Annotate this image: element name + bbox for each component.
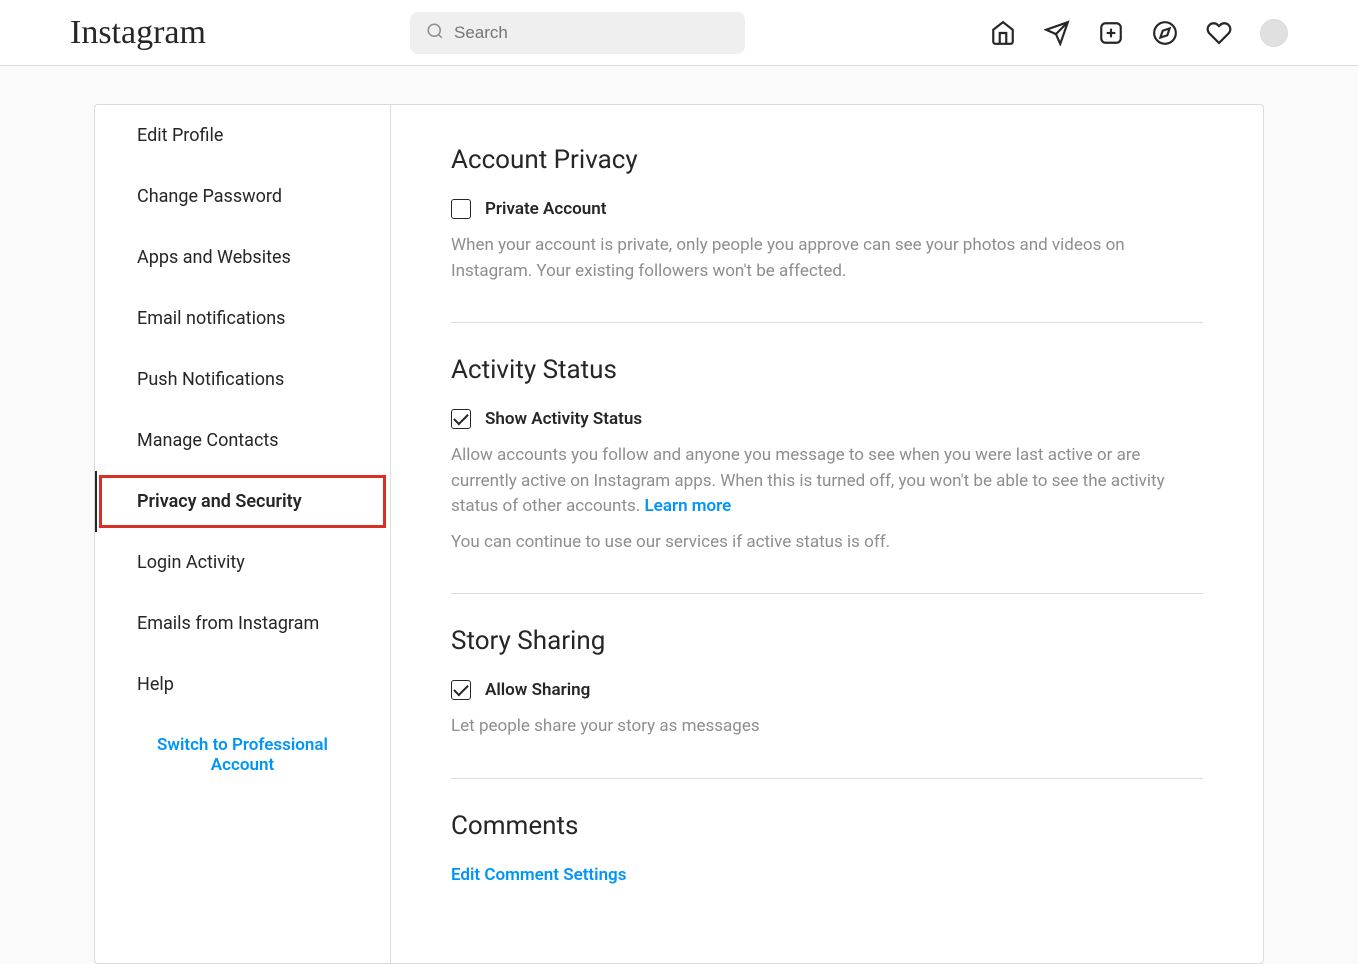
- sidebar-item-email-notifications[interactable]: Email notifications: [95, 288, 390, 349]
- activity-status-label: Show Activity Status: [485, 409, 642, 429]
- private-account-row: Private Account: [451, 199, 1203, 219]
- private-account-checkbox[interactable]: [451, 199, 471, 219]
- top-navbar: Instagram: [0, 0, 1358, 66]
- activity-icon[interactable]: [1206, 20, 1232, 46]
- search-icon: [426, 22, 444, 44]
- divider: [451, 593, 1203, 594]
- profile-avatar[interactable]: [1260, 19, 1288, 47]
- sidebar-item-privacy-security[interactable]: Privacy and Security: [95, 471, 390, 532]
- sidebar-item-help[interactable]: Help: [95, 654, 390, 715]
- story-sharing-title: Story Sharing: [451, 626, 1203, 656]
- learn-more-link[interactable]: Learn more: [644, 496, 731, 516]
- section-account-privacy: Account Privacy Private Account When you…: [451, 145, 1203, 284]
- settings-sidebar: Edit Profile Change Password Apps and We…: [95, 105, 391, 963]
- search-container: [410, 12, 745, 54]
- instagram-logo[interactable]: Instagram: [70, 14, 410, 52]
- divider: [451, 778, 1203, 779]
- explore-icon[interactable]: [1152, 20, 1178, 46]
- sidebar-item-edit-profile[interactable]: Edit Profile: [95, 105, 390, 166]
- sidebar-item-apps-websites[interactable]: Apps and Websites: [95, 227, 390, 288]
- activity-status-checkbox[interactable]: [451, 409, 471, 429]
- activity-status-desc2: You can continue to use our services if …: [451, 530, 1203, 556]
- sidebar-item-push-notifications[interactable]: Push Notifications: [95, 349, 390, 410]
- avatar: [1260, 19, 1288, 47]
- allow-sharing-checkbox[interactable]: [451, 680, 471, 700]
- sidebar-item-change-password[interactable]: Change Password: [95, 166, 390, 227]
- divider: [451, 322, 1203, 323]
- search-input[interactable]: [410, 12, 745, 54]
- nav-icons: [990, 19, 1288, 47]
- home-icon[interactable]: [990, 20, 1016, 46]
- comments-title: Comments: [451, 811, 1203, 841]
- sidebar-item-login-activity[interactable]: Login Activity: [95, 532, 390, 593]
- section-comments: Comments Edit Comment Settings: [451, 811, 1203, 885]
- activity-status-row: Show Activity Status: [451, 409, 1203, 429]
- allow-sharing-label: Allow Sharing: [485, 680, 590, 700]
- activity-status-desc-text: Allow accounts you follow and anyone you…: [451, 445, 1165, 516]
- private-account-desc: When your account is private, only peopl…: [451, 233, 1203, 284]
- sidebar-item-emails-instagram[interactable]: Emails from Instagram: [95, 593, 390, 654]
- activity-status-title: Activity Status: [451, 355, 1203, 385]
- private-account-label: Private Account: [485, 199, 606, 219]
- messages-icon[interactable]: [1044, 20, 1070, 46]
- switch-professional-link[interactable]: Switch to Professional Account: [95, 715, 390, 795]
- activity-status-desc: Allow accounts you follow and anyone you…: [451, 443, 1203, 520]
- new-post-icon[interactable]: [1098, 20, 1124, 46]
- allow-sharing-row: Allow Sharing: [451, 680, 1203, 700]
- section-activity-status: Activity Status Show Activity Status All…: [451, 355, 1203, 555]
- edit-comment-settings-link[interactable]: Edit Comment Settings: [451, 865, 1203, 885]
- allow-sharing-desc: Let people share your story as messages: [451, 714, 1203, 740]
- main-content: Account Privacy Private Account When you…: [391, 105, 1263, 963]
- section-story-sharing: Story Sharing Allow Sharing Let people s…: [451, 626, 1203, 740]
- sidebar-item-manage-contacts[interactable]: Manage Contacts: [95, 410, 390, 471]
- account-privacy-title: Account Privacy: [451, 145, 1203, 175]
- settings-container: Edit Profile Change Password Apps and We…: [94, 104, 1264, 964]
